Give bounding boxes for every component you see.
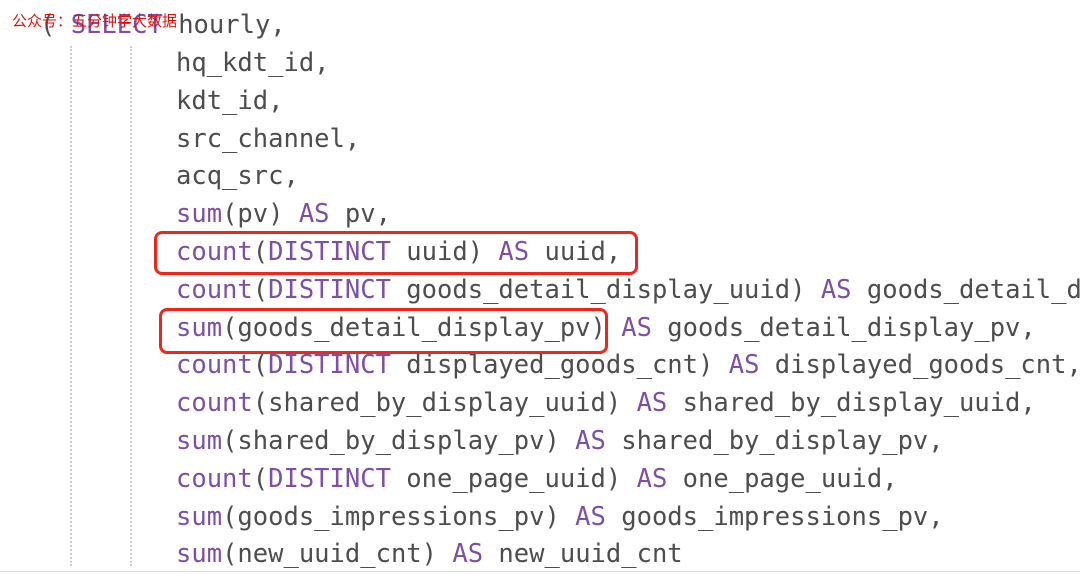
code-text: (new_uuid_cnt) [222,539,453,570]
code-editor: ( SELECT hourly, hq_kdt_id, kdt_id, src_ch… [0,0,1080,574]
code-text: one_page_uuid, [667,463,898,494]
code-text: (pv) [222,199,299,230]
keyword: AS [452,539,484,570]
keyword: AS [728,350,760,381]
code-text: displayed_goods_cnt, [759,350,1080,381]
keyword: sum [176,426,223,456]
divider [0,571,1080,572]
code-line: sum(goods_impressions_pv) AS goods_impre… [176,498,944,536]
highlight-box-uuid [154,231,638,275]
code-text: goods_detail_di [851,274,1080,305]
code-line: hq_kdt_id, [176,44,330,82]
code-text: ( [252,350,269,381]
code-text: goods_impressions_pv, [605,501,944,532]
code-line: count(DISTINCT goods_detail_display_uuid… [176,271,1080,309]
code-line: sum(shared_by_display_pv) AS shared_by_d… [176,422,944,460]
keyword: DISTINCT [268,350,391,381]
code-text: ( [252,274,269,305]
keyword: AS [298,199,330,230]
code-text: kdt_id, [176,85,284,116]
code-text: pv, [329,199,391,230]
keyword: count [176,388,253,419]
code-text: shared_by_display_pv, [605,426,944,456]
code-text: new_uuid_cnt [483,539,683,570]
code-text: src_channel, [176,123,361,154]
keyword: sum [176,539,223,570]
code-line: kdt_id, [176,82,283,120]
indent-guide [130,46,132,566]
keyword: AS [820,274,852,305]
keyword: AS [621,312,652,343]
code-text: goods_detail_display_pv, [651,312,1036,343]
code-text: acq_src, [176,161,299,192]
code-line: sum(new_uuid_cnt) AS new_uuid_cnt [176,535,683,573]
code-text: (shared_by_display_pv) [222,426,576,456]
keyword: AS [636,463,668,494]
keyword: count [176,463,253,494]
code-line: acq_src, [176,157,299,195]
code-text: (shared_by_display_uuid) [252,388,637,419]
code-line: count(shared_by_display_uuid) AS shared_… [176,384,1036,422]
highlight-box-goods-detail-pv [159,308,608,354]
code-text: shared_by_display_uuid, [667,388,1036,419]
keyword: count [176,350,253,381]
code-text: goods_detail_display_uuid) [390,274,821,305]
keyword: DISTINCT [268,463,391,494]
code-text: one_page_uuid) [390,463,637,494]
code-text: hq_kdt_id, [176,48,330,78]
code-text: (goods_impressions_pv) [222,501,576,532]
code-text: ( [252,463,269,494]
keyword: count [176,274,253,305]
code-line: src_channel, [176,120,360,158]
code-text: hourly, [162,10,286,40]
watermark: 公众号：五分钟学大数据 [12,12,178,30]
indent-guide [70,46,72,566]
keyword: AS [575,501,606,532]
keyword: sum [176,501,223,532]
keyword: AS [575,426,606,456]
code-text: displayed_goods_cnt) [390,350,729,381]
keyword: AS [636,388,668,419]
code-line: count(DISTINCT one_page_uuid) AS one_pag… [176,460,898,498]
keyword: DISTINCT [268,274,391,305]
keyword: sum [176,199,223,230]
code-line: sum(pv) AS pv, [176,195,391,233]
